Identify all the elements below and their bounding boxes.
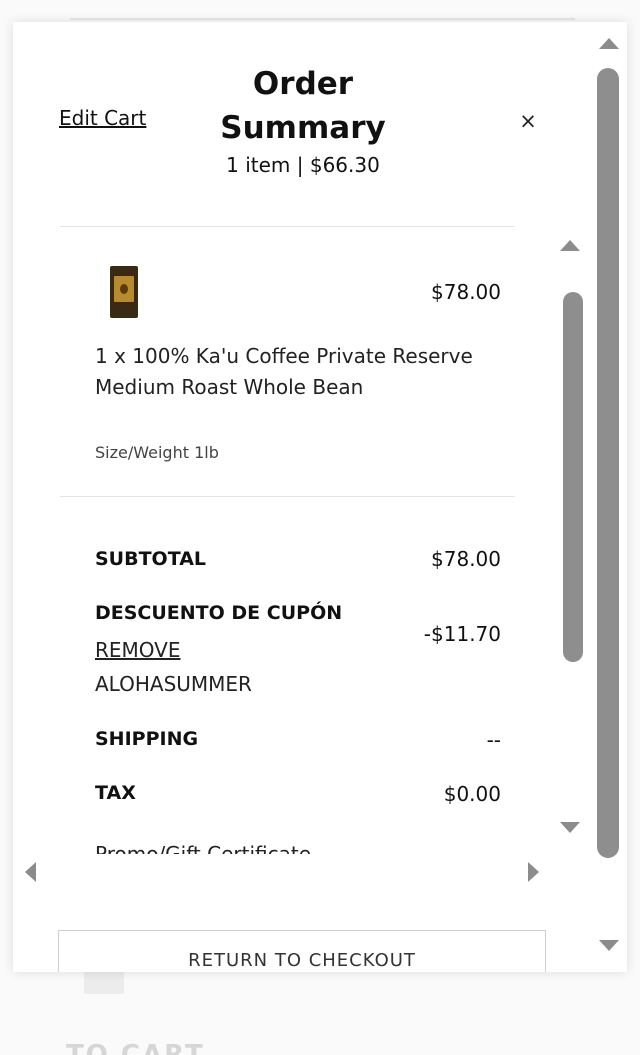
order-summary-modal: Edit Cart Order Summary 1 item | $66.30 … [13, 22, 627, 972]
modal-title-line-2: Summary [220, 110, 386, 146]
edit-cart-link[interactable]: Edit Cart [59, 106, 146, 130]
product-emblem [120, 284, 128, 294]
outer-scrollbar-thumb[interactable] [597, 68, 619, 858]
shipping-label: SHIPPING [95, 728, 199, 750]
product-label [114, 276, 134, 302]
order-item-count: 1 item | $66.30 [226, 153, 380, 177]
close-icon[interactable]: × [515, 108, 541, 134]
coupon-code: ALOHASUMMER [95, 672, 252, 696]
tax-value: $0.00 [443, 782, 501, 806]
outer-scroll-down-arrow-icon[interactable] [599, 940, 619, 951]
product-price: $78.00 [431, 280, 501, 304]
tax-label: TAX [95, 782, 136, 804]
scroll-down-arrow-icon[interactable] [560, 822, 580, 833]
return-to-checkout-button[interactable]: RETURN TO CHECKOUT [58, 930, 546, 972]
coupon-label: DESCUENTO DE CUPÓN [95, 602, 343, 624]
shipping-value: -- [486, 728, 501, 752]
header-divider [60, 226, 515, 227]
scroll-left-arrow-icon[interactable] [25, 862, 36, 882]
product-name: 1 x 100% Ka'u Coffee Private Reserve Med… [95, 344, 473, 399]
product-divider [60, 496, 515, 497]
inner-scrollbar-thumb[interactable] [563, 292, 583, 662]
modal-title-line-1: Order [252, 66, 354, 102]
coffee-bag-icon [110, 266, 138, 318]
subtotal-value: $78.00 [431, 547, 501, 571]
remove-coupon-link[interactable]: REMOVE [95, 638, 181, 662]
scroll-up-arrow-icon[interactable] [560, 240, 580, 251]
background-divider [70, 18, 575, 20]
summary-scroll-area[interactable]: $78.00 1 x 100% Ka'u Coffee Private Rese… [60, 234, 590, 854]
subtotal-label: SUBTOTAL [95, 548, 207, 570]
outer-scroll-up-arrow-icon[interactable] [599, 38, 619, 49]
background-partial-text: TO CART [66, 1040, 205, 1055]
inner-horizontal-scrollbar[interactable] [13, 854, 565, 890]
scroll-right-arrow-icon[interactable] [528, 862, 539, 882]
coupon-value: -$11.70 [423, 622, 501, 646]
modal-title: Order Summary [183, 62, 423, 150]
promo-gift-certificate-label: Promo/Gift Certificate [95, 842, 312, 854]
product-size: Size/Weight 1lb [95, 443, 219, 462]
